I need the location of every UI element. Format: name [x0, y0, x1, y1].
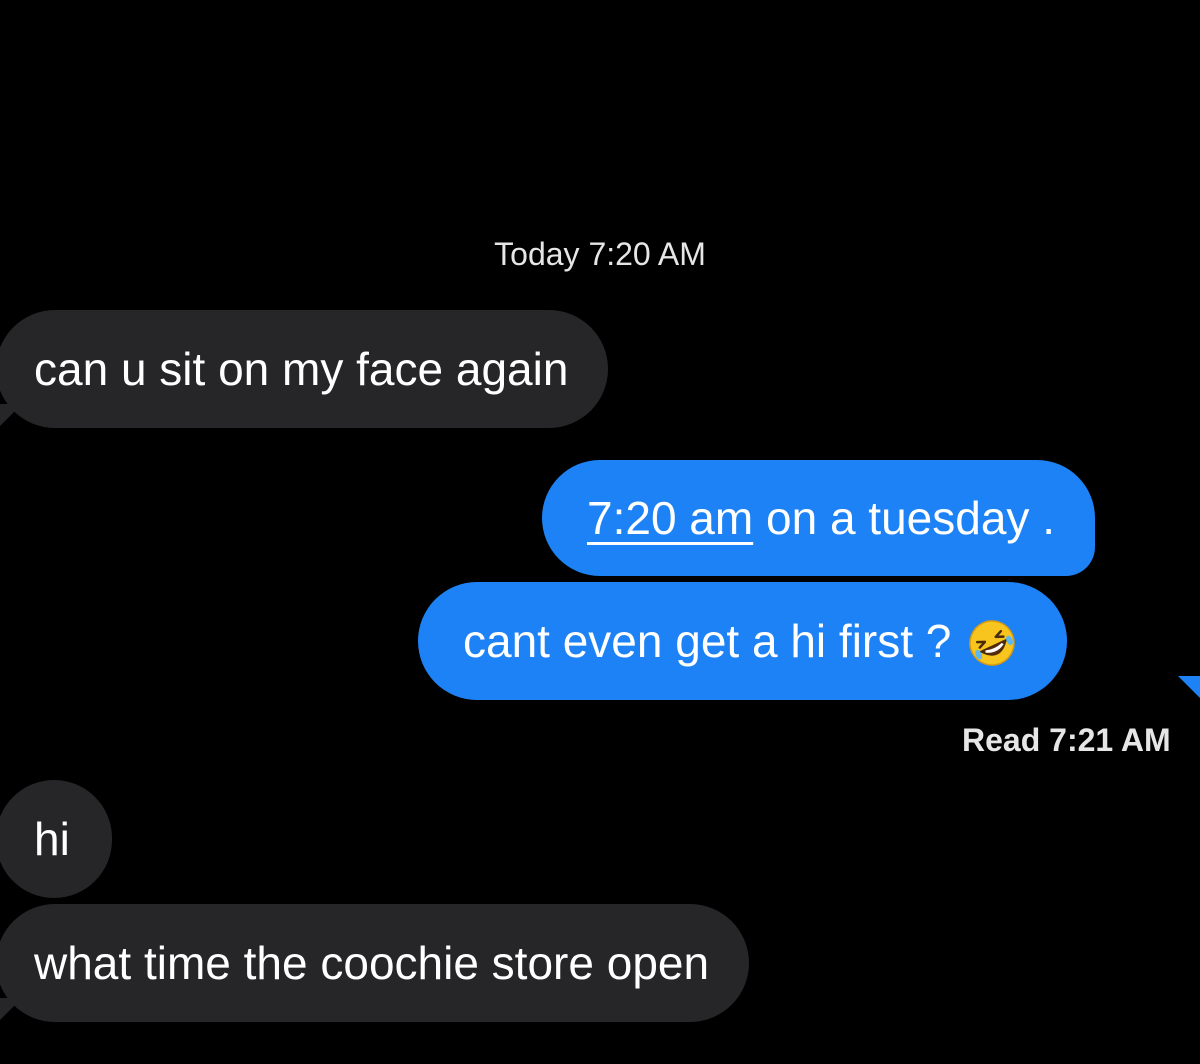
read-receipt: Read 7:21 AM [962, 722, 1171, 759]
message-text: hi [34, 813, 70, 865]
read-label: Read [962, 722, 1041, 758]
message-text: what time the coochie store open [34, 937, 710, 989]
conversation-timestamp: Today 7:20 AM [494, 236, 706, 272]
message-text: on a tuesday . [753, 492, 1055, 544]
bubble-tail [1178, 676, 1200, 702]
detected-time-link[interactable]: 7:20 am [587, 495, 753, 541]
read-time: 7:21 AM [1049, 722, 1171, 758]
incoming-message-bubble[interactable]: what time the coochie store open [0, 904, 750, 1022]
outgoing-message-bubble[interactable]: 7:20 am on a tuesday . [542, 460, 1095, 576]
message-thread: Today 7:20 AM can u sit on my face again… [0, 0, 1200, 1064]
incoming-message-bubble[interactable]: can u sit on my face again [0, 310, 609, 428]
rolling-on-the-floor-laughing-emoji [969, 620, 1016, 666]
incoming-message-bubble[interactable]: hi [0, 780, 112, 898]
outgoing-message-bubble[interactable]: cant even get a hi first ? [418, 582, 1068, 700]
message-text: cant even get a hi first ? [463, 615, 952, 667]
message-text: can u sit on my face again [34, 343, 569, 395]
